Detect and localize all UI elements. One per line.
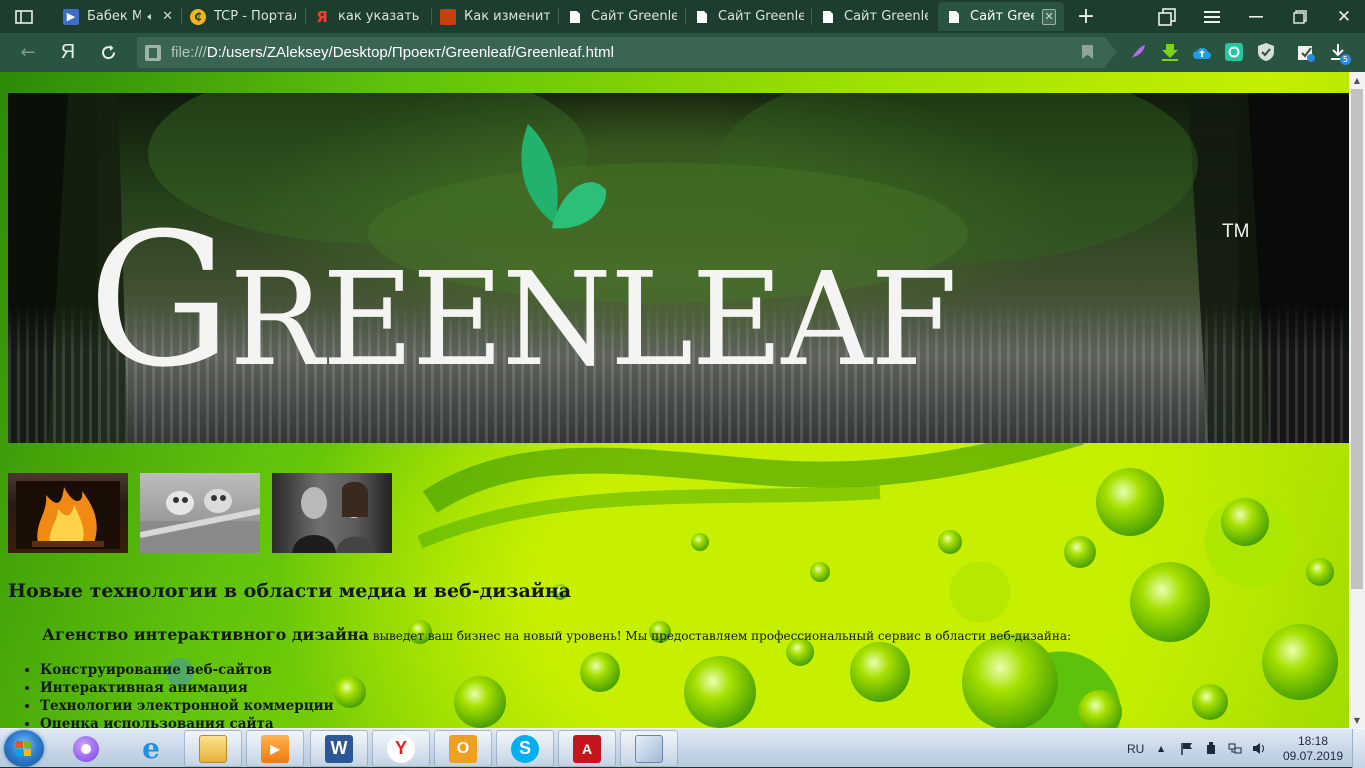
trademark-sign: TM (1222, 221, 1250, 242)
yandex-favicon-icon: Я (316, 7, 328, 26)
browser-tab-strip: ▶ Бабек М 🔈︎ ✕ ₵ TCP - Портал Я как указ… (0, 0, 1365, 33)
reload-icon[interactable] (91, 33, 125, 72)
scrollbar-thumb[interactable] (1351, 89, 1363, 589)
volume-icon[interactable] (1252, 742, 1266, 755)
portal-favicon-icon: ₵ (190, 8, 206, 25)
page-scrollbar[interactable]: ▲ ▼ (1349, 72, 1365, 728)
internet-explorer-icon[interactable]: e (122, 730, 180, 767)
tab-greenleaf-2[interactable]: Сайт Greenlea (686, 2, 812, 31)
audio-playing-icon[interactable]: 🔈︎ (147, 10, 154, 24)
address-url[interactable]: file:///D:/users/ZAleksey/Desktop/Проект… (171, 44, 614, 61)
close-tab-icon[interactable]: ✕ (1042, 8, 1056, 25)
tab-greenleaf-active[interactable]: Сайт Green ✕ (938, 2, 1064, 31)
list-item: Технологии электронной коммерции (40, 697, 334, 715)
tab-tcp-portal[interactable]: ₵ TCP - Портал (182, 2, 304, 31)
shield-extension-icon[interactable] (1255, 41, 1277, 63)
yandex-browser-icon[interactable]: Y (372, 730, 430, 767)
web-page-viewport: Greenleaf TM Новые технологии в области … (0, 72, 1349, 728)
screenshot-extension-icon[interactable] (1223, 41, 1245, 63)
list-item: Оценка использования сайта (40, 715, 334, 728)
bookmark-icon[interactable] (1082, 45, 1093, 59)
system-clock[interactable]: 18:18 09.07.2019 (1283, 734, 1343, 764)
video-favicon-icon: ▶ (63, 8, 79, 25)
input-language-indicator[interactable]: RU (1127, 729, 1144, 768)
toy-cars-image (140, 473, 260, 553)
agency-description: выведет ваш бизнес на новый уровень! Мы … (368, 629, 1072, 643)
show-hidden-icons-icon[interactable]: ▲ (1158, 744, 1164, 753)
tab-babek[interactable]: ▶ Бабек М 🔈︎ ✕ (55, 2, 181, 31)
downloads-icon[interactable]: 5 (1327, 41, 1351, 65)
list-item: Конструирование веб-сайтов (40, 661, 334, 679)
fireplace-image (8, 473, 128, 553)
menu-icon[interactable] (1194, 0, 1230, 33)
local-file-icon (145, 44, 161, 61)
action-center-flag-icon[interactable] (1180, 742, 1194, 755)
movie-still-image (272, 473, 392, 553)
page-heading: Новые технологии в области медиа и веб-д… (8, 580, 572, 602)
outlook-icon[interactable]: O (434, 730, 492, 767)
notes-icon[interactable] (620, 730, 678, 767)
show-desktop-button[interactable] (1352, 729, 1365, 768)
restore-icon[interactable] (1282, 0, 1318, 33)
skype-icon[interactable]: S (496, 730, 554, 767)
feather-extension-icon[interactable] (1127, 41, 1149, 63)
page-favicon-icon (820, 9, 836, 25)
site-favicon-icon (440, 8, 456, 25)
windows-taskbar: e ▶ W Y O S A RU ▲ 18:18 09.07.2019 (0, 728, 1365, 768)
tab-kak-izmenit[interactable]: Как изменить (432, 2, 558, 31)
alice-icon[interactable] (58, 730, 114, 767)
file-explorer-icon[interactable] (184, 730, 242, 767)
page-favicon-icon (567, 9, 583, 25)
start-button[interactable] (4, 730, 44, 767)
scroll-down-arrow-icon[interactable]: ▼ (1349, 712, 1365, 728)
greenleaf-banner: Greenleaf TM (8, 93, 1349, 443)
browser-navigation-bar: ← Я file:///D:/users/ZAleksey/Desktop/Пр… (0, 33, 1365, 72)
new-tab-icon[interactable]: + (1068, 0, 1104, 33)
agency-lead: Агенство интерактивного дизайна (42, 625, 369, 644)
cloud-upload-extension-icon[interactable] (1191, 41, 1213, 63)
thumbnail-gallery (8, 473, 1349, 553)
network-icon[interactable] (1228, 742, 1242, 755)
yandex-button-icon[interactable]: Я (51, 33, 85, 72)
extensions-manager-icon[interactable] (1295, 41, 1317, 63)
sidebar-toggle-icon[interactable] (6, 0, 42, 33)
services-list: Конструирование веб-сайтов Интерактивная… (40, 661, 334, 728)
agency-paragraph: Агенство интерактивного дизайна выведет … (42, 625, 1071, 644)
word-icon[interactable]: W (310, 730, 368, 767)
scroll-up-arrow-icon[interactable]: ▲ (1349, 72, 1365, 88)
back-arrow-icon[interactable]: ← (11, 33, 45, 72)
downloads-count-badge: 5 (1339, 54, 1351, 65)
windows-logo-icon (16, 741, 32, 756)
download-manager-extension-icon[interactable] (1159, 41, 1181, 63)
page-favicon-icon (694, 9, 710, 25)
tab-greenleaf-3[interactable]: Сайт Greenlea (812, 2, 936, 31)
close-tab-icon[interactable]: ✕ (162, 9, 173, 24)
tab-kak-ukazat[interactable]: Я как указать ра (306, 2, 428, 31)
tab-greenleaf-1[interactable]: Сайт Greenlea (559, 2, 685, 31)
acrobat-icon[interactable]: A (558, 730, 616, 767)
greenleaf-logo-wordmark: Greenleaf (88, 194, 958, 408)
media-player-icon[interactable]: ▶ (246, 730, 304, 767)
minimize-icon[interactable] (1238, 0, 1274, 33)
usb-device-icon[interactable] (1204, 742, 1218, 755)
page-favicon-icon (946, 9, 962, 25)
close-window-icon[interactable]: ✕ (1326, 0, 1362, 33)
list-item: Интерактивная анимация (40, 679, 334, 697)
address-bar[interactable]: file:///D:/users/ZAleksey/Desktop/Проект… (137, 37, 1117, 68)
tabs-manager-icon[interactable] (1149, 0, 1185, 33)
